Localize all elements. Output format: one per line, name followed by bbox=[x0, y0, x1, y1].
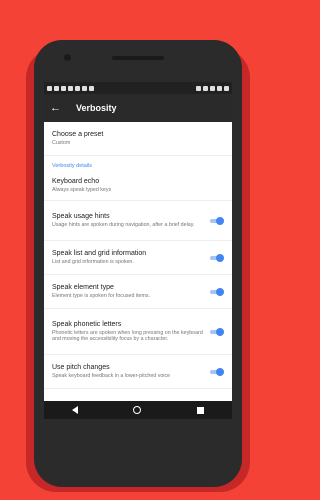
toggle-subtitle: Phonetic letters are spoken when long pr… bbox=[52, 329, 203, 343]
nav-back-icon[interactable] bbox=[71, 406, 78, 414]
preset-title: Choose a preset bbox=[52, 130, 104, 138]
signal-icon bbox=[217, 85, 222, 91]
toggle-title: Speak usage hints bbox=[52, 212, 110, 220]
camera bbox=[64, 54, 71, 61]
preset-value: Custom bbox=[52, 139, 71, 146]
wifi-icon bbox=[210, 85, 215, 91]
page-title: Verbosity bbox=[76, 103, 117, 113]
back-arrow-icon[interactable]: ← bbox=[50, 102, 68, 114]
preset-item[interactable]: Choose a preset Custom bbox=[44, 122, 232, 156]
toggle-title: Speak phonetic letters bbox=[52, 320, 122, 328]
app-bar: ← Verbosity bbox=[44, 94, 232, 122]
navigation-bar bbox=[44, 401, 232, 419]
toggle-subtitle: Element type is spoken for focused items… bbox=[52, 292, 151, 299]
keyboard-echo-title: Keyboard echo bbox=[52, 177, 100, 185]
notification-icon bbox=[61, 85, 66, 91]
toggle-item-pitch-changes[interactable]: Use pitch changes Speak keyboard feedbac… bbox=[44, 355, 232, 389]
notification-icon bbox=[82, 85, 87, 91]
usage-hints-switch[interactable] bbox=[210, 216, 224, 225]
phonetic-letters-switch[interactable] bbox=[210, 327, 224, 336]
notification-icon bbox=[54, 85, 59, 91]
toggle-subtitle: Usage hints are spoken during navigation… bbox=[52, 221, 195, 228]
toggle-item-usage-hints[interactable]: Speak usage hints Usage hints are spoken… bbox=[44, 201, 232, 241]
section-header: Verbosity details bbox=[52, 163, 93, 169]
notification-icon bbox=[89, 85, 94, 91]
bluetooth-icon bbox=[196, 85, 201, 91]
alarm-icon bbox=[203, 85, 208, 91]
toggle-subtitle: List and grid information is spoken. bbox=[52, 258, 134, 265]
keyboard-echo-item[interactable]: Keyboard echo Always speak typed keys bbox=[44, 171, 232, 201]
notification-icon bbox=[75, 85, 80, 91]
battery-icon bbox=[224, 85, 229, 91]
element-type-switch[interactable] bbox=[210, 287, 224, 296]
settings-list: Choose a preset Custom Verbosity details… bbox=[44, 122, 232, 389]
list-grid-switch[interactable] bbox=[210, 253, 224, 262]
toggle-subtitle: Speak keyboard feedback in a lower-pitch… bbox=[52, 372, 171, 379]
toggle-item-element-type[interactable]: Speak element type Element type is spoke… bbox=[44, 275, 232, 309]
toggle-title: Use pitch changes bbox=[52, 363, 110, 371]
speaker bbox=[112, 56, 164, 60]
toggle-title: Speak element type bbox=[52, 283, 114, 291]
toggle-item-phonetic-letters[interactable]: Speak phonetic letters Phonetic letters … bbox=[44, 309, 232, 355]
nav-home-icon[interactable] bbox=[133, 406, 142, 414]
keyboard-echo-subtitle: Always speak typed keys bbox=[52, 186, 112, 193]
notification-icon bbox=[68, 85, 73, 91]
status-bar bbox=[44, 82, 232, 94]
toggle-title: Speak list and grid information bbox=[52, 249, 147, 257]
toggle-item-list-grid[interactable]: Speak list and grid information List and… bbox=[44, 241, 232, 275]
screen: ← Verbosity Choose a preset Custom Verbo… bbox=[44, 82, 232, 419]
pitch-changes-switch[interactable] bbox=[210, 367, 224, 376]
nav-recents-icon[interactable] bbox=[197, 406, 205, 414]
notification-icon bbox=[47, 85, 52, 91]
